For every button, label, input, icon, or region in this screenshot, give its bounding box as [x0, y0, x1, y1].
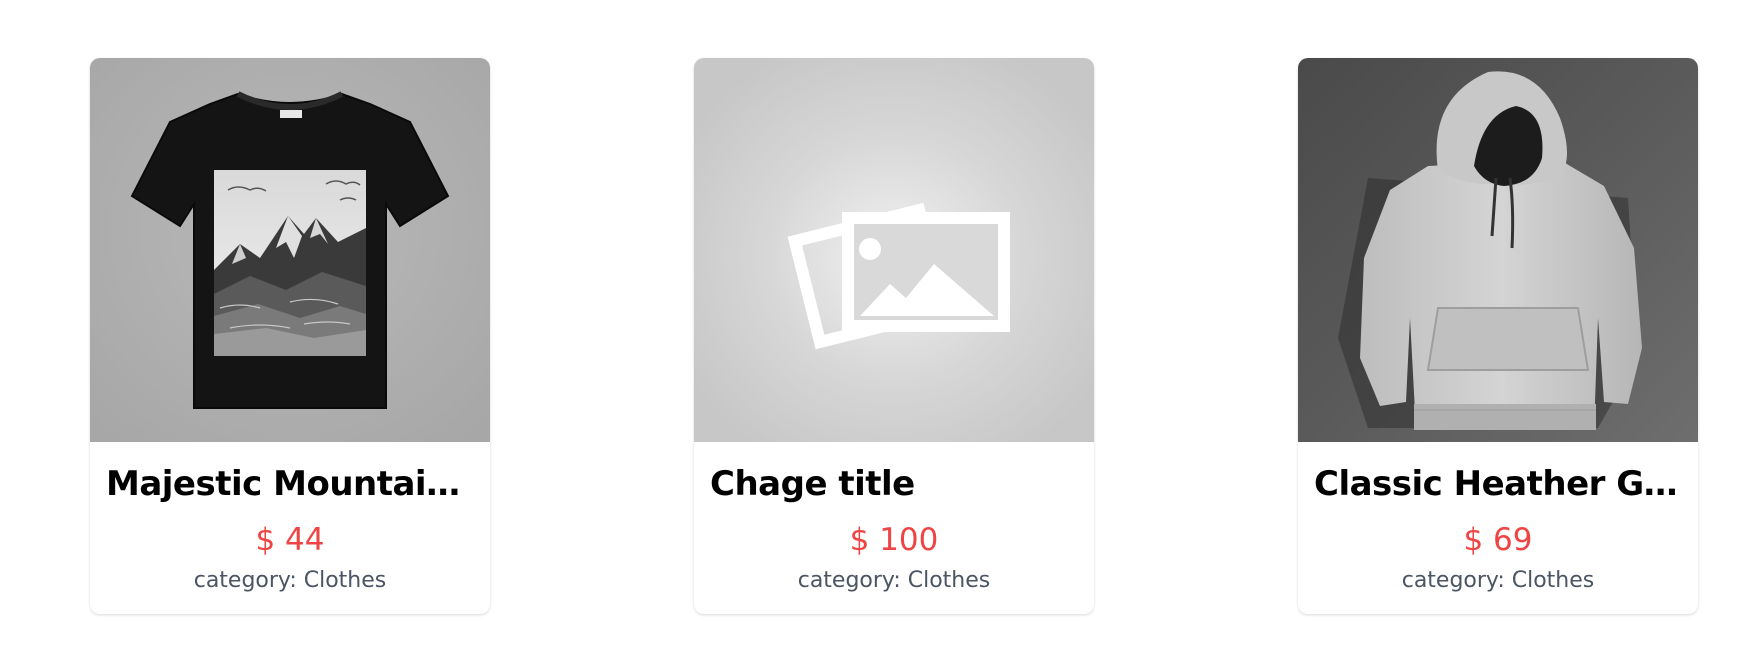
- product-card[interactable]: Majestic Mountain Graphic T-Shirt $ 44 c…: [90, 58, 490, 614]
- product-category: category: Clothes: [797, 568, 991, 593]
- product-image-placeholder[interactable]: [694, 58, 1094, 442]
- card-body: Classic Heather Gray Hoodie $ 69 categor…: [1298, 442, 1698, 614]
- hoodie-image: [1298, 58, 1698, 442]
- product-price: $ 69: [1463, 522, 1533, 558]
- product-price: $ 100: [849, 522, 939, 558]
- image-placeholder-icon: [694, 58, 1094, 442]
- card-body: Majestic Mountain Graphic T-Shirt $ 44 c…: [90, 442, 490, 614]
- card-body: Chage title $ 100 category: Clothes: [694, 442, 1094, 614]
- product-title[interactable]: Classic Heather Gray Hoodie: [1314, 460, 1682, 508]
- product-image-tshirt[interactable]: [90, 58, 490, 442]
- product-card[interactable]: Classic Heather Gray Hoodie $ 69 categor…: [1298, 58, 1698, 614]
- product-category: category: Clothes: [1401, 568, 1595, 593]
- product-grid: Majestic Mountain Graphic T-Shirt $ 44 c…: [0, 0, 1740, 662]
- product-price: $ 44: [255, 522, 325, 558]
- product-title[interactable]: Majestic Mountain Graphic T-Shirt: [106, 460, 474, 508]
- product-image-hoodie[interactable]: [1298, 58, 1698, 442]
- product-category: category: Clothes: [193, 568, 387, 593]
- product-title[interactable]: Chage title: [710, 460, 1078, 508]
- product-card[interactable]: Chage title $ 100 category: Clothes: [694, 58, 1094, 614]
- tshirt-image: [90, 58, 490, 442]
